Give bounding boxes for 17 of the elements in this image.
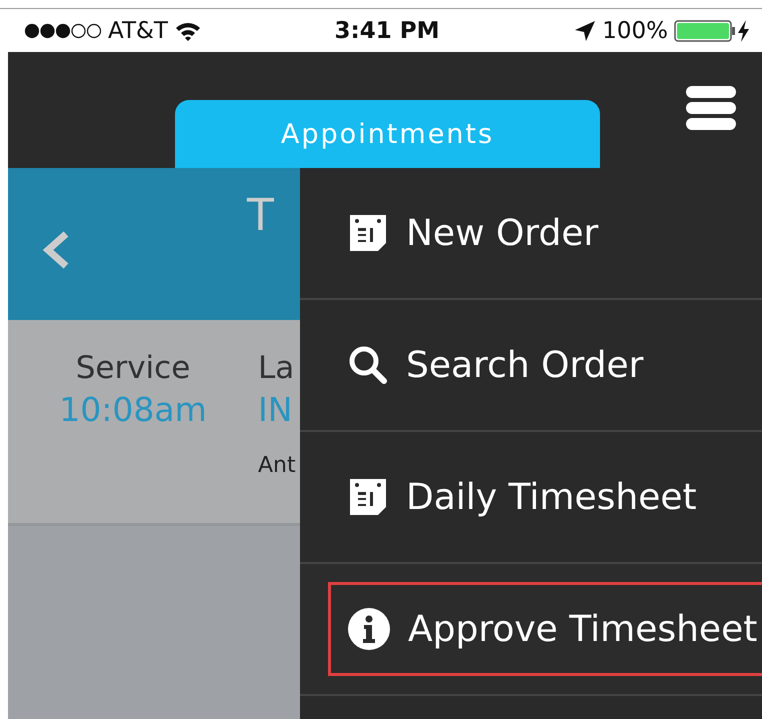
info-icon [348,608,390,650]
column-label: Service [76,350,190,386]
calendar-icon [348,477,388,517]
battery-charging-icon [674,18,750,42]
screen-title: T [247,190,274,241]
search-icon [348,345,388,385]
column-label: La [258,350,296,386]
column-value: IN [258,390,294,429]
column-value: 10:08am [59,390,207,429]
signal-icon [24,22,102,38]
battery-percentage: 100% [602,18,668,44]
menu-button[interactable] [686,86,736,130]
carrier-name: AT&T [108,18,168,44]
clock-time: 3:41 PM [334,18,440,44]
calendar-icon [348,213,388,253]
location-arrow-icon [574,20,596,42]
column-note: Ant [258,453,296,478]
